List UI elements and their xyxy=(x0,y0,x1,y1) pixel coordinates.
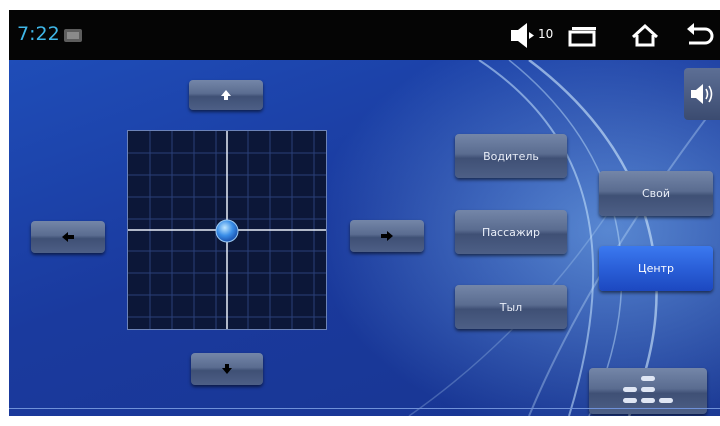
arrow-up-icon xyxy=(221,90,231,100)
preset-passenger-label: Пассажир xyxy=(482,225,540,239)
left-button[interactable] xyxy=(31,221,105,253)
speaker-sound-icon xyxy=(691,84,713,104)
balance-panel: Водитель Пассажир Тыл Свой Центр xyxy=(9,60,720,416)
arrow-left-icon xyxy=(62,232,74,242)
app-screen: 7:22 10 Водитель Пассажир Тыл Свой Центр xyxy=(9,10,720,416)
clock: 7:22 xyxy=(17,23,60,45)
preset-driver-button[interactable]: Водитель xyxy=(455,134,567,178)
home-icon[interactable] xyxy=(627,10,663,60)
photo-icon xyxy=(64,29,82,42)
up-button[interactable] xyxy=(189,80,263,110)
preset-passenger-button[interactable]: Пассажир xyxy=(455,210,567,254)
preset-rear-label: Тыл xyxy=(499,300,523,314)
arrow-down-icon xyxy=(222,364,232,374)
arrow-right-icon xyxy=(381,231,393,241)
equalizer-icon xyxy=(623,376,673,403)
preset-custom-label: Свой xyxy=(641,187,671,200)
right-button[interactable] xyxy=(350,220,424,252)
preset-center-label: Центр xyxy=(638,262,674,275)
preset-center-button[interactable]: Центр xyxy=(599,246,713,291)
bottom-divider xyxy=(9,408,720,409)
preset-custom-button[interactable]: Свой xyxy=(599,171,713,216)
sound-tab[interactable] xyxy=(684,68,720,120)
recent-apps-icon[interactable] xyxy=(564,10,604,60)
status-bar: 7:22 10 xyxy=(9,10,720,60)
balance-knob[interactable] xyxy=(214,218,240,244)
preset-rear-button[interactable]: Тыл xyxy=(455,285,567,329)
back-icon[interactable] xyxy=(681,10,717,60)
volume-icon xyxy=(511,23,534,48)
down-button[interactable] xyxy=(191,353,263,385)
preset-driver-label: Водитель xyxy=(483,149,539,163)
volume-level: 10 xyxy=(538,27,554,41)
